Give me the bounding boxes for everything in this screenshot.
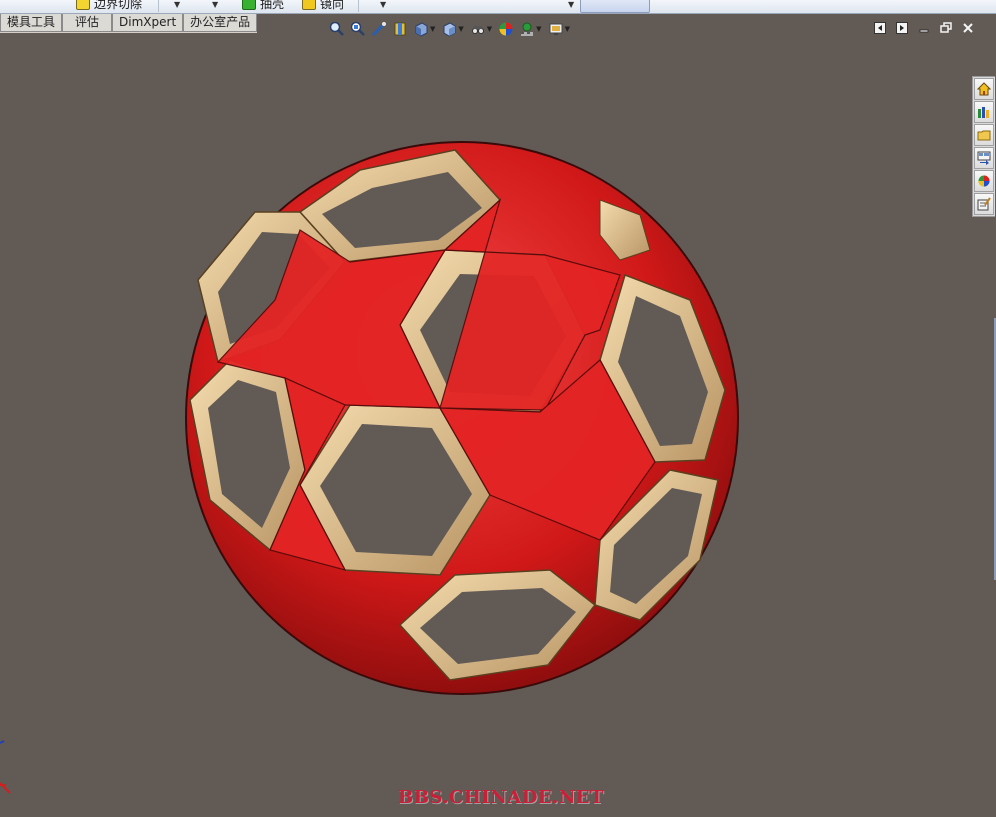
section-view-icon[interactable]	[391, 20, 409, 38]
heads-up-view-toolbar: ▼ ▼ ▼ ▼ ▼	[328, 19, 572, 39]
edit-appearance-icon[interactable]	[497, 20, 515, 38]
reference-triad	[0, 740, 11, 794]
dropdown-arrow-icon[interactable]: ▼	[565, 25, 570, 33]
dropdown-arrow-icon[interactable]: ▼	[380, 0, 386, 9]
shell-icon	[242, 0, 256, 10]
highlighted-command-button[interactable]	[580, 0, 650, 13]
file-explorer-icon[interactable]	[974, 124, 994, 146]
previous-view-icon[interactable]	[370, 20, 388, 38]
mirror-button[interactable]: 镜向	[302, 0, 344, 12]
soccer-ball-model[interactable]	[185, 141, 739, 695]
tab-office-products[interactable]: 办公室产品	[183, 14, 258, 32]
design-library-icon[interactable]	[974, 101, 994, 123]
restore-icon[interactable]	[938, 21, 954, 35]
yellow-feature-icon	[76, 0, 90, 10]
view-palette-icon[interactable]	[974, 147, 994, 169]
graphics-viewport[interactable]	[0, 40, 970, 780]
hide-show-items-icon[interactable]	[469, 20, 487, 38]
command-manager-tabs: 模具工具 评估 DimXpert 办公室产品	[0, 14, 258, 33]
dropdown-arrow-icon[interactable]: ▼	[212, 0, 218, 9]
window-controls	[872, 21, 976, 35]
boundary-cut-label: 边界切除	[94, 0, 143, 11]
appearances-icon[interactable]	[974, 170, 994, 192]
zoom-to-area-icon[interactable]	[349, 20, 367, 38]
zoom-to-fit-icon[interactable]	[328, 20, 346, 38]
command-bar: 边界切除 ▼ ▼ 抽壳 镜向 ▼ ▼	[0, 0, 996, 14]
shell-button[interactable]: 抽壳	[242, 0, 284, 12]
dropdown-arrow-icon[interactable]: ▼	[174, 0, 180, 9]
dropdown-arrow-icon[interactable]: ▼	[568, 0, 574, 9]
toolbar-separator	[158, 0, 159, 12]
dropdown-arrow-icon[interactable]: ▼	[487, 25, 492, 33]
shell-label: 抽壳	[260, 0, 285, 11]
tab-mold-tools[interactable]: 模具工具	[0, 14, 63, 32]
toolbar-separator	[358, 0, 359, 12]
view-settings-icon[interactable]	[547, 20, 565, 38]
display-style-icon[interactable]	[440, 20, 458, 38]
view-orientation-icon[interactable]	[412, 20, 430, 38]
custom-properties-icon[interactable]	[974, 193, 994, 215]
close-icon[interactable]	[960, 21, 976, 35]
dropdown-arrow-icon[interactable]: ▼	[458, 25, 463, 33]
task-pane-tabs	[972, 76, 995, 217]
watermark-text: BBS.CHINADE.NET	[398, 787, 604, 808]
tab-dimxpert[interactable]: DimXpert	[112, 14, 184, 32]
boundary-cut-button[interactable]: 边界切除	[76, 0, 142, 12]
dropdown-arrow-icon[interactable]: ▼	[536, 25, 541, 33]
tile-left-icon[interactable]	[872, 21, 888, 35]
apply-scene-icon[interactable]	[518, 20, 536, 38]
tile-right-icon[interactable]	[894, 21, 910, 35]
minimize-icon[interactable]	[916, 21, 932, 35]
tab-evaluate[interactable]: 评估	[62, 14, 113, 32]
solidworks-resources-icon[interactable]	[974, 78, 994, 100]
dropdown-arrow-icon[interactable]: ▼	[430, 25, 435, 33]
mirror-label: 镜向	[320, 0, 345, 11]
mirror-icon	[302, 0, 316, 10]
